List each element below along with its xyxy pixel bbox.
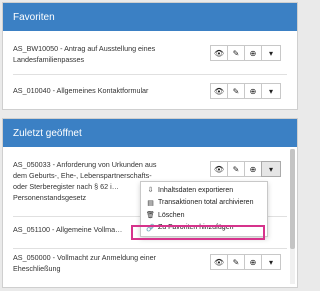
- more-dropdown-button[interactable]: ▾: [261, 45, 281, 61]
- eye-icon: 👁: [213, 164, 225, 174]
- row-actions: 👁 ✎ ⊕ ▾: [210, 254, 281, 270]
- recent-label[interactable]: AS_050000 - Vollmacht zur Anmeldung eine…: [13, 252, 163, 274]
- row-actions: 👁 ✎ ⊕ ▾: [210, 161, 281, 177]
- globe-icon: ⊕: [249, 257, 257, 267]
- trash-icon: 🗑: [146, 212, 155, 220]
- more-dropdown-button[interactable]: ▾: [261, 161, 281, 177]
- menu-item-archive[interactable]: ▤ Transaktionen total archivieren: [141, 197, 267, 210]
- caret-down-icon: ▾: [268, 257, 273, 267]
- globe-button[interactable]: ⊕: [244, 83, 261, 99]
- favorite-row: AS_BW10050 - Antrag auf Ausstellung eine…: [3, 43, 297, 67]
- eye-icon: 👁: [213, 86, 225, 96]
- menu-item-label: Transaktionen total archivieren: [158, 199, 254, 207]
- row-actions: 👁 ✎ ⊕ ▾: [210, 83, 281, 99]
- menu-item-export[interactable]: ⇩ Inhaltsdaten exportieren: [141, 184, 267, 197]
- eye-icon: 👁: [213, 257, 225, 267]
- pencil-icon: ✎: [232, 86, 240, 96]
- recent-title: Zuletzt geöffnet: [13, 127, 82, 139]
- pencil-icon: ✎: [232, 164, 240, 174]
- recent-header: Zuletzt geöffnet: [3, 119, 297, 147]
- eye-icon: 👁: [213, 48, 225, 58]
- scrollbar-thumb[interactable]: [290, 149, 295, 249]
- caret-down-icon: ▾: [268, 86, 273, 96]
- edit-button[interactable]: ✎: [227, 254, 244, 270]
- row-divider: [13, 248, 287, 249]
- more-dropdown-button[interactable]: ▾: [261, 83, 281, 99]
- recent-row: AS_050000 - Vollmacht zur Anmeldung eine…: [3, 252, 297, 280]
- edit-button[interactable]: ✎: [227, 83, 244, 99]
- favorites-panel: Favoriten AS_BW10050 - Antrag auf Ausste…: [2, 2, 298, 110]
- caret-down-icon: ▾: [268, 164, 273, 174]
- favorites-title: Favoriten: [13, 11, 55, 23]
- globe-icon: ⊕: [249, 86, 257, 96]
- caret-down-icon: ▾: [268, 48, 273, 58]
- view-button[interactable]: 👁: [210, 83, 227, 99]
- menu-item-label: Löschen: [158, 211, 185, 219]
- favorite-row: AS_010040 - Allgemeines Kontaktformular …: [3, 83, 297, 99]
- edit-button[interactable]: ✎: [227, 161, 244, 177]
- row-divider: [13, 74, 287, 75]
- view-button[interactable]: 👁: [210, 161, 227, 177]
- row-actions: 👁 ✎ ⊕ ▾: [210, 45, 281, 61]
- favorite-label[interactable]: AS_010040 - Allgemeines Kontaktformular: [13, 85, 191, 96]
- globe-icon: ⊕: [249, 164, 257, 174]
- pencil-icon: ✎: [232, 48, 240, 58]
- edit-button[interactable]: ✎: [227, 45, 244, 61]
- favorites-header: Favoriten: [3, 3, 297, 31]
- archive-icon: ▤: [147, 199, 154, 207]
- menu-item-delete[interactable]: 🗑 Löschen: [141, 209, 267, 222]
- globe-icon: ⊕: [249, 48, 257, 58]
- view-button[interactable]: 👁: [210, 45, 227, 61]
- favorite-label[interactable]: AS_BW10050 - Antrag auf Ausstellung eine…: [13, 43, 191, 65]
- view-button[interactable]: 👁: [210, 254, 227, 270]
- globe-button[interactable]: ⊕: [244, 45, 261, 61]
- globe-button[interactable]: ⊕: [244, 161, 261, 177]
- highlight-box: [131, 225, 265, 240]
- more-dropdown-button[interactable]: ▾: [261, 254, 281, 270]
- menu-item-label: Inhaltsdaten exportieren: [158, 186, 234, 194]
- globe-button[interactable]: ⊕: [244, 254, 261, 270]
- download-icon: ⇩: [147, 187, 154, 195]
- scrollbar[interactable]: [290, 149, 295, 284]
- pencil-icon: ✎: [232, 257, 240, 267]
